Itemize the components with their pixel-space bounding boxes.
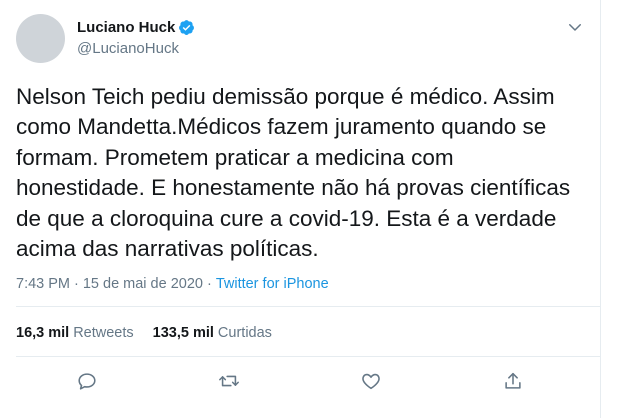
- meta-separator: ·: [74, 276, 79, 292]
- likes-count: 133,5 mil: [152, 325, 214, 341]
- author-name-row[interactable]: Luciano Huck: [77, 19, 195, 36]
- likes-label: Curtidas: [217, 325, 272, 341]
- share-icon: [502, 372, 524, 396]
- likes-stat[interactable]: 133,5 mil Curtidas: [153, 325, 272, 341]
- verified-badge-icon: [178, 19, 195, 36]
- tweet-actions: [0, 370, 601, 396]
- retweets-stat[interactable]: 16,3 mil Retweets: [16, 325, 134, 341]
- tweet-date[interactable]: 15 de mai de 2020: [83, 276, 203, 292]
- retweets-label: Retweets: [73, 325, 134, 341]
- heart-icon: [360, 373, 382, 396]
- retweet-icon: [218, 375, 240, 396]
- author-name[interactable]: Luciano Huck: [77, 19, 175, 36]
- divider: [16, 356, 600, 357]
- avatar[interactable]: [16, 14, 65, 63]
- meta-separator: ·: [206, 276, 212, 292]
- tweet-stats: 16,3 mil Retweets 133,5 mil Curtidas: [16, 325, 272, 341]
- share-button[interactable]: [502, 370, 526, 394]
- tweet-time[interactable]: 7:43 PM: [16, 276, 70, 292]
- retweets-count: 16,3 mil: [16, 325, 70, 341]
- like-button[interactable]: [360, 370, 384, 394]
- divider: [16, 306, 600, 307]
- reply-icon: [76, 373, 98, 396]
- reply-button[interactable]: [76, 370, 100, 394]
- tweet-source-link[interactable]: Twitter for iPhone: [216, 276, 329, 292]
- tweet-meta: 7:43 PM · 15 de mai de 2020 · Twitter fo…: [16, 276, 329, 292]
- chevron-down-icon[interactable]: [566, 18, 584, 36]
- tweet-text: Nelson Teich pediu demissão porque é méd…: [16, 84, 571, 262]
- author-handle[interactable]: @LucianoHuck: [77, 40, 179, 57]
- retweet-button[interactable]: [218, 370, 242, 394]
- tweet-card: Luciano Huck @LucianoHuck Nelson Teich p…: [0, 0, 601, 418]
